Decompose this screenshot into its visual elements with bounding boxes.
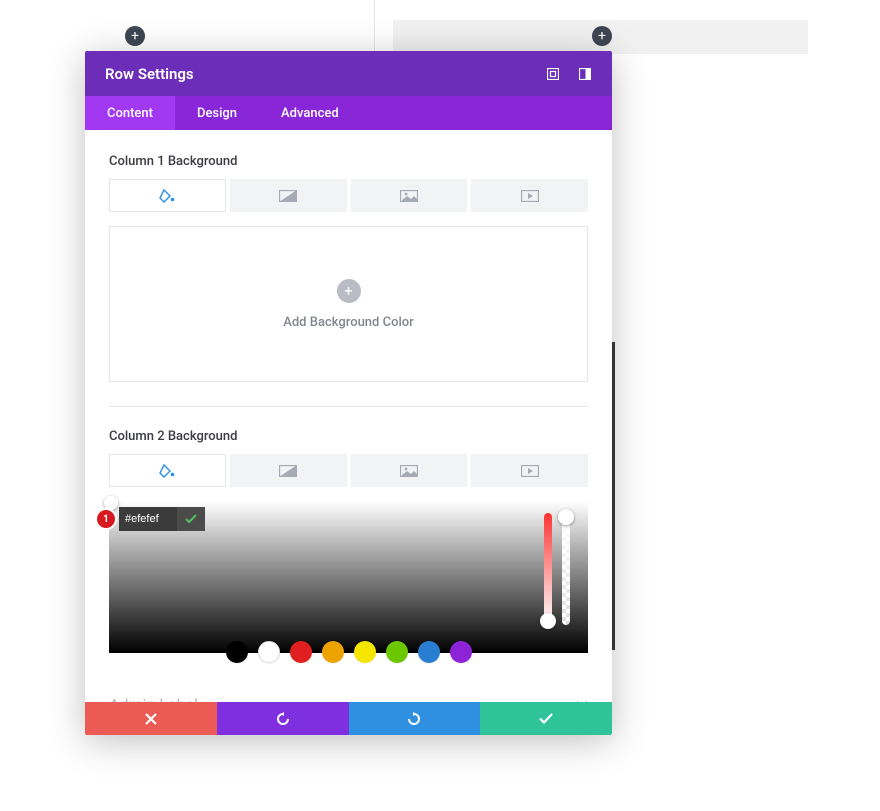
close-icon (145, 713, 157, 725)
gradient-icon (279, 465, 297, 477)
swatch-yellow[interactable] (354, 641, 376, 663)
row-settings-modal: Row Settings Content Design Advanced Col… (85, 51, 612, 735)
section-divider (109, 406, 588, 407)
hex-confirm-button[interactable] (177, 507, 205, 531)
snap-icon[interactable] (578, 67, 592, 81)
modal-body: Column 1 Background + Add Background Col… (85, 130, 612, 702)
swatch-blue[interactable] (418, 641, 440, 663)
save-button[interactable] (480, 702, 612, 735)
modal-footer (85, 702, 612, 735)
admin-label-text: Admin Label (109, 695, 198, 702)
add-bg-label: Add Background Color (283, 315, 414, 330)
swatch-white[interactable] (258, 641, 280, 663)
undo-button[interactable] (217, 702, 349, 735)
bucket-icon (159, 464, 175, 478)
modal-tabs: Content Design Advanced (85, 96, 612, 130)
bg-type-image[interactable] (351, 454, 468, 487)
redo-icon (407, 712, 421, 726)
column1-add-bg[interactable]: + Add Background Color (109, 226, 588, 382)
undo-icon (276, 712, 290, 726)
bg-type-color[interactable] (109, 179, 226, 212)
hue-slider[interactable] (544, 513, 552, 625)
bg-type-video[interactable] (471, 179, 588, 212)
tab-label: Design (197, 106, 237, 121)
admin-label-row[interactable]: Admin Label (109, 663, 588, 702)
tab-design[interactable]: Design (175, 96, 259, 130)
swatch-red[interactable] (290, 641, 312, 663)
tab-label: Advanced (281, 106, 339, 121)
swatch-green[interactable] (386, 641, 408, 663)
bg-type-video[interactable] (471, 454, 588, 487)
swatch-purple[interactable] (450, 641, 472, 663)
add-section-button-right[interactable]: + (592, 26, 612, 46)
tab-advanced[interactable]: Advanced (259, 96, 361, 130)
modal-header: Row Settings (85, 51, 612, 96)
hex-pill: 1 (97, 507, 205, 531)
color-saturation-area[interactable]: 1 (109, 501, 588, 653)
bg-type-image[interactable] (351, 179, 468, 212)
check-icon (539, 713, 553, 724)
step-badge: 1 (97, 510, 115, 528)
video-icon (521, 465, 539, 477)
column2-bg-types (109, 454, 588, 487)
gradient-icon (279, 190, 297, 202)
swatch-orange[interactable] (322, 641, 344, 663)
plus-icon: + (598, 29, 606, 43)
tab-content[interactable]: Content (85, 96, 175, 130)
plus-icon: + (131, 29, 139, 43)
cancel-button[interactable] (85, 702, 217, 735)
column2-bg-label: Column 2 Background (109, 429, 588, 444)
image-icon (400, 465, 418, 477)
add-section-button-left[interactable]: + (125, 26, 145, 46)
tab-label: Content (107, 106, 153, 121)
column1-bg-label: Column 1 Background (109, 154, 588, 169)
swatch-black[interactable] (226, 641, 248, 663)
bg-type-color[interactable] (109, 454, 226, 487)
bg-type-gradient[interactable] (230, 454, 347, 487)
hex-input[interactable] (119, 507, 177, 531)
redo-button[interactable] (349, 702, 481, 735)
alpha-slider[interactable] (562, 513, 570, 625)
expand-icon[interactable] (546, 67, 560, 81)
chevron-down-icon (576, 701, 588, 703)
bucket-icon (159, 189, 175, 203)
slider-thumb[interactable] (558, 509, 574, 525)
plus-circle-icon: + (337, 279, 361, 303)
image-icon (400, 190, 418, 202)
video-icon (521, 190, 539, 202)
check-icon (185, 514, 197, 524)
slider-thumb[interactable] (540, 613, 556, 629)
color-swatches (109, 641, 588, 663)
modal-title: Row Settings (105, 65, 194, 83)
canvas-divider (374, 0, 375, 55)
column1-bg-types (109, 179, 588, 212)
bg-type-gradient[interactable] (230, 179, 347, 212)
